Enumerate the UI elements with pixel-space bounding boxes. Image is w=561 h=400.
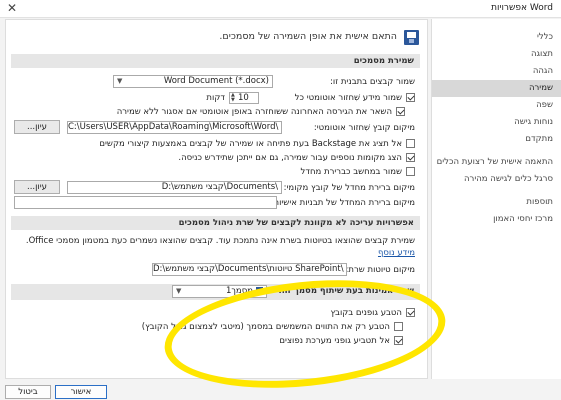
keep-last-checkbox[interactable] bbox=[396, 107, 405, 116]
offline-description: שמירת קבצים שהוצאו בטיוטות בשרת אינה נתמ… bbox=[25, 236, 415, 246]
save-computer-label: שמור במחשב כברירת מחדל bbox=[300, 167, 402, 177]
panel-header-text: התאם אישית את אופן השמירה של מסמכים. bbox=[219, 31, 397, 42]
embed-only-used-label: הטבע רק את התווים המשמשים במסמך (מיטבי ל… bbox=[141, 322, 390, 332]
document-icon bbox=[256, 286, 263, 295]
format-dropdown[interactable]: ▼ Word Document (*.docx) bbox=[113, 75, 273, 88]
nav-item-trust-center[interactable]: מרכז יחסי האמון bbox=[432, 211, 561, 228]
fidelity-document-value: מסמך1 bbox=[225, 286, 253, 296]
nav-item-language[interactable]: שפה bbox=[432, 97, 561, 114]
nav-item-quick-access-toolbar[interactable]: סרגל כלים לגישה מהירה bbox=[432, 171, 561, 188]
nav-item-advanced[interactable]: מתקדם bbox=[432, 131, 561, 148]
drafts-label: מיקום טיוטות שרת: bbox=[345, 265, 415, 275]
chevron-down-icon: ▼ bbox=[176, 287, 182, 295]
save-computer-row: שמור במחשב כברירת מחדל bbox=[301, 166, 415, 178]
autorecover-location-label: מיקום קובץ שִׁחזור אוטומטי: bbox=[313, 123, 415, 133]
panel-header: התאם אישית את אופן השמירה של מסמכים. bbox=[19, 30, 419, 46]
section-offline-editing: אפשרויות עריכה לא מקוונת לקבצים של שרת נ… bbox=[11, 216, 420, 230]
minutes-unit: דקות bbox=[206, 93, 225, 103]
format-label: שמור קבצים בתבנית זו: bbox=[330, 77, 415, 87]
templates-field[interactable] bbox=[14, 196, 277, 209]
additional-places-checkbox[interactable] bbox=[406, 153, 415, 162]
backstage-label: אל תציג את Backstage בעת פתיחה או שמירה … bbox=[99, 139, 402, 149]
autorecover-location-field[interactable]: C:\Users\USER\AppData\Roaming\Microsoft\… bbox=[67, 121, 282, 134]
embed-fonts-row: הטבע גופנים בקובץ bbox=[330, 307, 415, 319]
backstage-row: אל תציג את Backstage בעת פתיחה או שמירה … bbox=[99, 138, 415, 150]
backstage-checkbox[interactable] bbox=[406, 139, 415, 148]
browse-autorecover-button[interactable]: עיון... bbox=[14, 120, 60, 134]
keep-last-row: השאר את הגירסה האחרונה ששוחזרה באופן אוט… bbox=[117, 106, 405, 118]
fidelity-title: שמר אמינות בעת שיתוף מסמך זה: bbox=[278, 286, 414, 296]
options-nav: כללי תצוגה הגהה שמירה שפה נוחות גישה מתק… bbox=[431, 19, 561, 379]
drafts-field[interactable]: D:\קבצי משתמש\Documents\טיוטות SharePoin… bbox=[152, 263, 347, 276]
local-file-field[interactable]: D:\קבצי משתמש\Documents\ bbox=[67, 181, 282, 194]
embed-fonts-checkbox[interactable] bbox=[406, 308, 415, 317]
no-system-fonts-row: אל תטביע גופני מערכת נפוצים bbox=[279, 335, 403, 347]
section-save-documents: שמירת מסמכים bbox=[11, 54, 420, 68]
autorecover-label: שמור מידע שִׁחזור אוטומטי כל bbox=[294, 93, 402, 103]
additional-places-row: הצג מקומות נוספים עבור שמירה, גם אם ייתכ… bbox=[178, 152, 415, 164]
window-title: אפשרויות Word bbox=[491, 3, 553, 13]
embed-only-used-row: הטבע רק את התווים המשמשים במסמך (מיטבי ל… bbox=[142, 321, 403, 333]
embed-only-used-checkbox[interactable] bbox=[394, 322, 403, 331]
no-system-fonts-checkbox[interactable] bbox=[394, 336, 403, 345]
title-bar: אפשרויות Word ✕ bbox=[0, 0, 561, 18]
no-system-fonts-label: אל תטביע גופני מערכת נפוצים bbox=[279, 336, 390, 346]
autorecover-row: שמור מידע שִׁחזור אוטומטי כל bbox=[295, 92, 415, 104]
nav-item-addins[interactable]: תוספות bbox=[432, 194, 561, 211]
nav-item-accessibility[interactable]: נוחות גישה bbox=[432, 114, 561, 131]
chevron-down-icon: ▼ bbox=[117, 77, 123, 85]
browse-local-file-button[interactable]: עיון... bbox=[14, 180, 60, 194]
nav-item-save[interactable]: שמירה bbox=[432, 80, 561, 97]
templates-label: מיקום ברירת המחדל של תבניות אישיות: bbox=[270, 198, 415, 208]
more-info-link[interactable]: מידע נוסף bbox=[378, 247, 415, 259]
fidelity-document-dropdown[interactable]: ▼ מסמך1 bbox=[172, 285, 267, 298]
nav-item-customize-ribbon[interactable]: התאמה אישית של רצועת הכלים bbox=[432, 154, 561, 171]
nav-item-general[interactable]: כללי bbox=[432, 29, 561, 46]
spinner-arrows-icon: ▲ ▼ bbox=[231, 92, 235, 103]
save-icon bbox=[404, 30, 419, 45]
autorecover-checkbox[interactable] bbox=[406, 93, 415, 102]
nav-item-proofing[interactable]: הגהה bbox=[432, 63, 561, 80]
close-icon[interactable]: ✕ bbox=[7, 1, 17, 15]
save-options-panel: התאם אישית את אופן השמירה של מסמכים. שמי… bbox=[5, 19, 428, 379]
embed-fonts-label: הטבע גופנים בקובץ bbox=[330, 308, 402, 318]
save-computer-checkbox[interactable] bbox=[406, 167, 415, 176]
additional-places-label: הצג מקומות נוספים עבור שמירה, גם אם ייתכ… bbox=[178, 153, 402, 163]
autorecover-minutes: 10 bbox=[238, 93, 249, 103]
ok-button[interactable]: אישור bbox=[55, 385, 107, 399]
keep-last-label: השאר את הגירסה האחרונה ששוחזרה באופן אוט… bbox=[116, 107, 392, 117]
autorecover-minutes-spinner[interactable]: ▲ ▼ 10 bbox=[229, 92, 259, 104]
local-file-label: מיקום ברירת מחדל של קובץ מקומי: bbox=[283, 183, 415, 193]
nav-item-display[interactable]: תצוגה bbox=[432, 46, 561, 63]
format-value: Word Document (*.docx) bbox=[163, 76, 269, 86]
cancel-button[interactable]: ביטול bbox=[5, 385, 51, 399]
